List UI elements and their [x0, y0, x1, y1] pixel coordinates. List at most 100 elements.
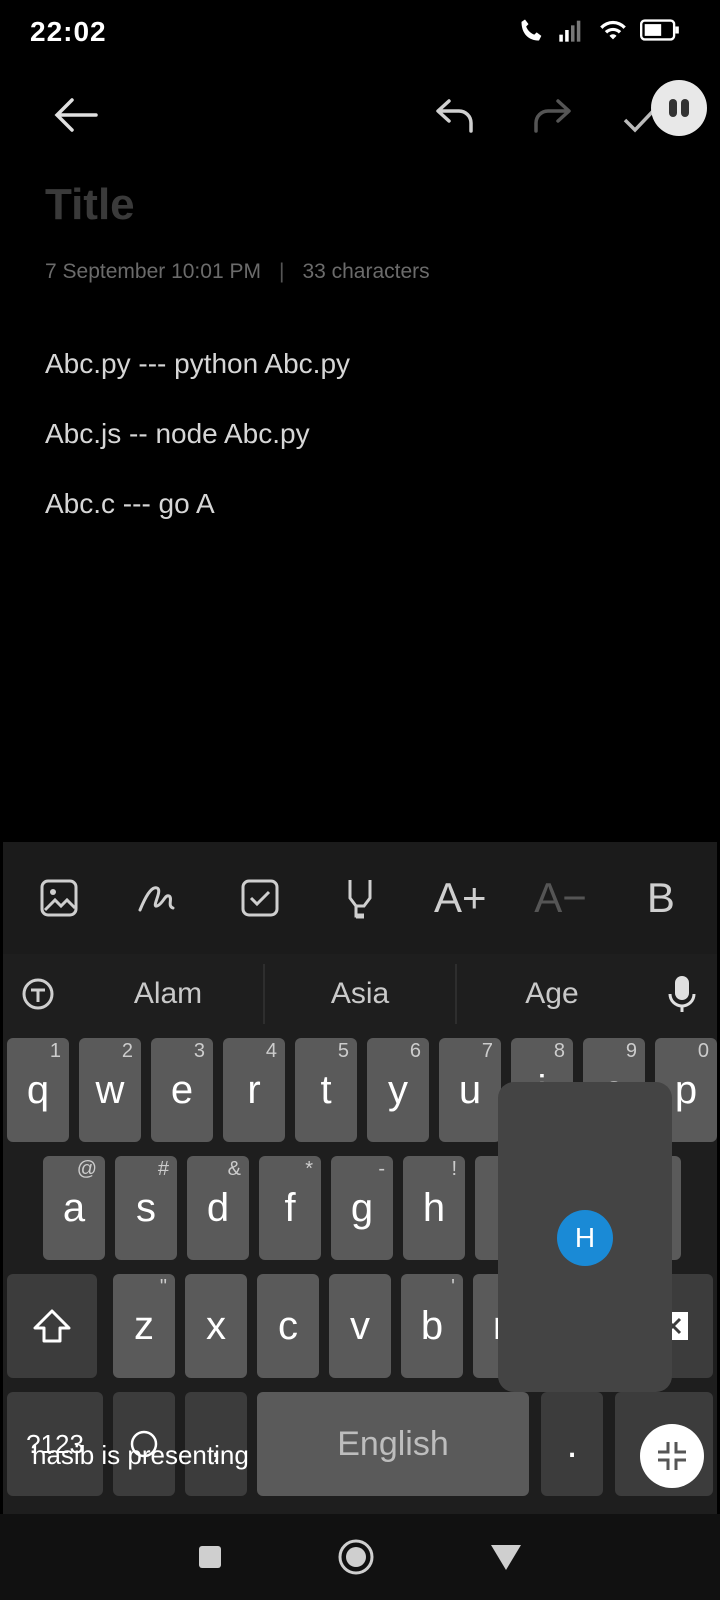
increase-font-button[interactable]: A+ [432, 870, 488, 926]
key-label: . [566, 1421, 578, 1466]
key-hint: 9 [625, 1040, 637, 1062]
decrease-font-button[interactable]: A− [533, 870, 589, 926]
key-label: w [95, 1067, 125, 1112]
key-hint: - [378, 1158, 385, 1180]
checklist-button[interactable] [232, 870, 288, 926]
key-hint: 5 [337, 1040, 349, 1062]
key-s[interactable]: s # [115, 1156, 177, 1260]
key-label: p [674, 1067, 698, 1112]
suggestion-item[interactable]: Age [457, 977, 647, 1011]
key-label: u [458, 1067, 482, 1112]
key-hint: # [157, 1158, 169, 1180]
key-f[interactable]: f * [259, 1156, 321, 1260]
period-key[interactable]: . [541, 1392, 603, 1496]
key-hint: * [305, 1158, 313, 1180]
key-label: English [337, 1424, 449, 1463]
format-toolbar: A+ A− B [3, 842, 717, 954]
key-g[interactable]: g- [331, 1156, 393, 1260]
collapse-icon [658, 1442, 686, 1470]
key-label: a [62, 1185, 86, 1230]
note-title-field[interactable]: Title [45, 180, 135, 230]
shift-key[interactable] [7, 1274, 97, 1378]
voice-input-button[interactable] [647, 974, 717, 1014]
suggestion-item[interactable]: Alam [73, 977, 263, 1011]
key-label: h [422, 1185, 446, 1230]
key-hint: 2 [121, 1040, 133, 1062]
key-u[interactable]: u7 [439, 1038, 501, 1142]
suggestion-bar: Alam Asia Age [3, 954, 717, 1034]
key-hint: 6 [409, 1040, 421, 1062]
key-label: g [350, 1185, 374, 1230]
key-a[interactable]: a @ [43, 1156, 105, 1260]
wifi-icon [600, 20, 626, 40]
recents-icon[interactable] [197, 1544, 223, 1570]
redo-icon [534, 99, 571, 133]
note-line[interactable]: Abc.js -- node Abc.py [45, 418, 310, 450]
keyboard-settings-button[interactable] [3, 976, 73, 1012]
key-hint: 4 [265, 1040, 277, 1062]
key-label: d [206, 1185, 230, 1230]
meta-separator: | [278, 260, 285, 283]
arrow-left-icon [54, 98, 98, 132]
key-r[interactable]: r4 [223, 1038, 285, 1142]
note-line[interactable]: Abc.py --- python Abc.py [45, 348, 350, 380]
key-label: e [170, 1067, 194, 1112]
exit-fullscreen-button[interactable] [640, 1424, 704, 1488]
key-h[interactable]: h! [403, 1156, 465, 1260]
highlighter-icon [348, 880, 372, 919]
insert-image-button[interactable] [31, 870, 87, 926]
key-b[interactable]: b ' [401, 1274, 463, 1378]
phone-call-icon [521, 19, 542, 41]
home-icon[interactable] [336, 1537, 376, 1577]
note-line[interactable]: Abc.c --- go A [45, 488, 215, 520]
presenter-avatar: H [557, 1210, 613, 1266]
redo-button[interactable] [527, 90, 577, 140]
handwriting-button[interactable] [131, 870, 187, 926]
key-label: t [320, 1067, 332, 1112]
key-hint: ! [451, 1158, 457, 1180]
key-q[interactable]: q1 [7, 1038, 69, 1142]
key-e[interactable]: e3 [151, 1038, 213, 1142]
key-hint: 1 [49, 1040, 61, 1062]
note-date: 7 September 10:01 PM [45, 260, 261, 283]
keyboard-tools-icon [22, 978, 54, 1010]
key-x[interactable]: x [185, 1274, 247, 1378]
assistant-dot-icon [669, 99, 677, 117]
status-icons [518, 16, 680, 44]
key-label: z [134, 1303, 154, 1348]
back-triangle-icon[interactable] [489, 1542, 523, 1572]
undo-icon [436, 99, 473, 133]
signal-icon [559, 20, 581, 42]
key-t[interactable]: t5 [295, 1038, 357, 1142]
highlighter-button[interactable] [332, 870, 388, 926]
key-d[interactable]: d & [187, 1156, 249, 1260]
key-z[interactable]: z " [113, 1274, 175, 1378]
assistant-bubble[interactable] [651, 80, 707, 136]
shift-icon [33, 1309, 71, 1343]
key-hint: 7 [481, 1040, 493, 1062]
suggestion-item[interactable]: Asia [265, 977, 455, 1011]
status-bar: 22:02 [0, 0, 720, 64]
key-label: f [284, 1185, 296, 1230]
key-hint: @ [76, 1158, 97, 1180]
status-time: 22:02 [30, 16, 107, 47]
key-w[interactable]: w2 [79, 1038, 141, 1142]
key-hint: & [227, 1158, 241, 1180]
back-button[interactable] [50, 90, 100, 140]
key-label: r [247, 1067, 261, 1112]
key-label: c [278, 1303, 298, 1348]
key-c[interactable]: c [257, 1274, 319, 1378]
key-v[interactable]: v [329, 1274, 391, 1378]
assistant-dot-icon [681, 99, 689, 117]
navigation-bar [0, 1514, 720, 1600]
key-label: x [206, 1303, 226, 1348]
undo-button[interactable] [430, 90, 480, 140]
key-y[interactable]: y6 [367, 1038, 429, 1142]
key-hint: ' [451, 1276, 455, 1298]
space-key[interactable]: English [257, 1392, 529, 1496]
bold-button[interactable]: B [633, 870, 689, 926]
key-label: s [136, 1185, 156, 1230]
microphone-icon [668, 976, 696, 1012]
key-hint: 3 [193, 1040, 205, 1062]
presenting-label: hasib is presenting [32, 1440, 249, 1470]
